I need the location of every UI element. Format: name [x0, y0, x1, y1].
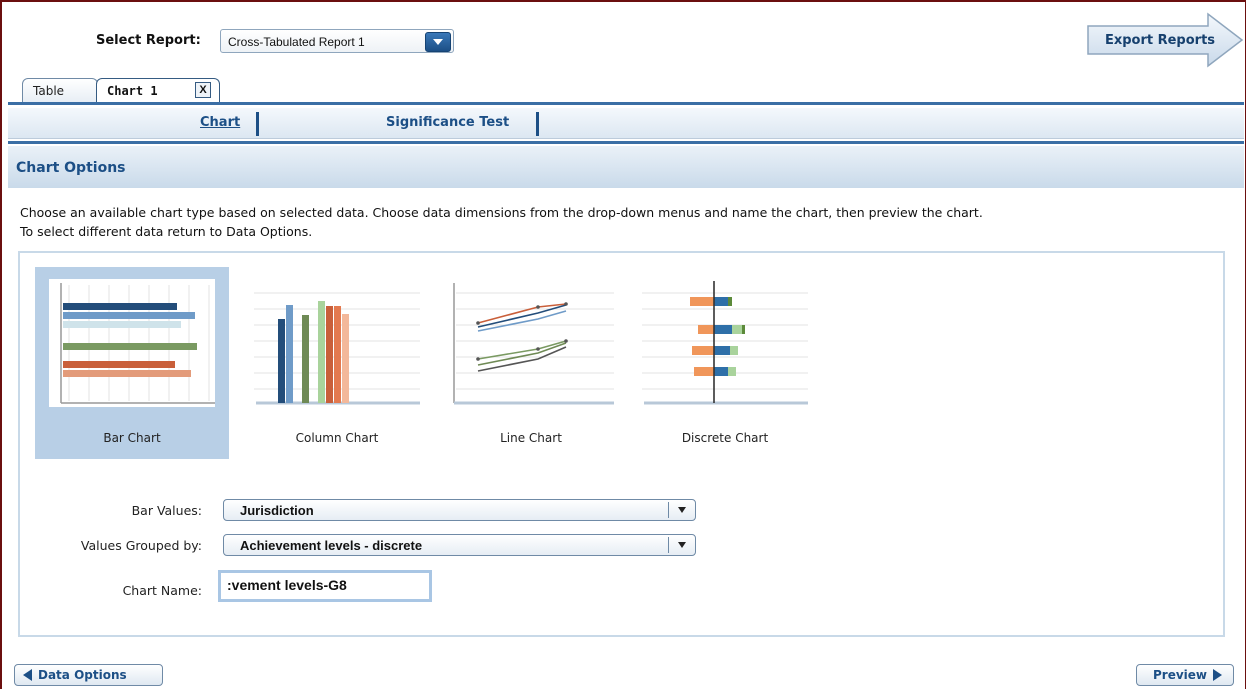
export-reports-label: Export Reports [1104, 33, 1216, 48]
data-options-label: Data Options [38, 668, 127, 682]
instructions: Choose an available chart type based on … [20, 203, 983, 241]
grouped-by-select[interactable]: Achievement levels - discrete [223, 534, 696, 556]
chart-options-header: Chart Options [8, 146, 1244, 188]
chart-options-panel: Bar Chart Column Chart Line Chart Discre… [18, 251, 1225, 637]
discrete-chart-icon [642, 281, 808, 405]
chevron-down-icon[interactable] [668, 537, 695, 553]
column-chart-icon [254, 292, 420, 405]
arrow-right-icon [1213, 669, 1223, 681]
arrow-left-icon [23, 669, 32, 681]
subnav-divider [536, 112, 539, 136]
tab-table-label: Table [33, 84, 65, 98]
chevron-down-icon[interactable] [668, 502, 695, 518]
grouped-by-label: Values Grouped by: [80, 538, 202, 553]
chart-type-label: Bar Chart [103, 431, 161, 445]
subnav-divider [256, 112, 259, 136]
subnav-significance-test[interactable]: Significance Test [386, 115, 509, 130]
bar-values-label: Bar Values: [131, 503, 202, 518]
preview-button[interactable]: Preview [1136, 664, 1234, 686]
chart-type-bar[interactable]: Bar Chart [35, 267, 229, 459]
data-options-button[interactable]: Data Options [14, 664, 163, 686]
chart-type-column[interactable]: Column Chart [240, 267, 434, 459]
close-icon[interactable]: X [195, 82, 211, 98]
bar-values-value: Jurisdiction [240, 503, 314, 518]
section-title: Chart Options [16, 160, 126, 176]
report-select[interactable]: Cross-Tabulated Report 1 [220, 29, 454, 53]
export-reports-button[interactable]: Export Reports [1086, 12, 1244, 68]
chart-name-field[interactable]: :vement levels-G8 [218, 570, 432, 602]
chart-name-label: Chart Name: [122, 583, 202, 598]
select-report-label: Select Report: [96, 33, 201, 48]
bar-values-select[interactable]: Jurisdiction [223, 499, 696, 521]
report-select-value: Cross-Tabulated Report 1 [228, 35, 365, 49]
subnav-chart[interactable]: Chart [200, 115, 240, 130]
chart-type-line[interactable]: Line Chart [434, 267, 628, 459]
subnav-divider-line [8, 141, 1244, 144]
chart-type-label: Line Chart [500, 431, 562, 445]
chart-type-label: Column Chart [295, 431, 379, 445]
sub-navigation: Chart Significance Test [8, 108, 1244, 139]
chart-type-discrete[interactable]: Discrete Chart [628, 267, 822, 459]
instructions-line-1: Choose an available chart type based on … [20, 205, 983, 220]
tab-chart-1[interactable]: Chart 1 X [96, 78, 220, 102]
grouped-by-value: Achievement levels - discrete [240, 538, 423, 553]
tab-chart-1-label: Chart 1 [107, 84, 158, 98]
chart-type-label: Discrete Chart [681, 431, 769, 445]
preview-label: Preview [1153, 668, 1208, 682]
instructions-line-2: To select different data return to Data … [20, 224, 313, 239]
line-chart-icon [453, 283, 614, 405]
chevron-down-icon[interactable] [425, 32, 451, 52]
bar-chart-icon [49, 279, 215, 407]
tab-divider [8, 102, 1244, 105]
tab-table[interactable]: Table [22, 78, 98, 102]
